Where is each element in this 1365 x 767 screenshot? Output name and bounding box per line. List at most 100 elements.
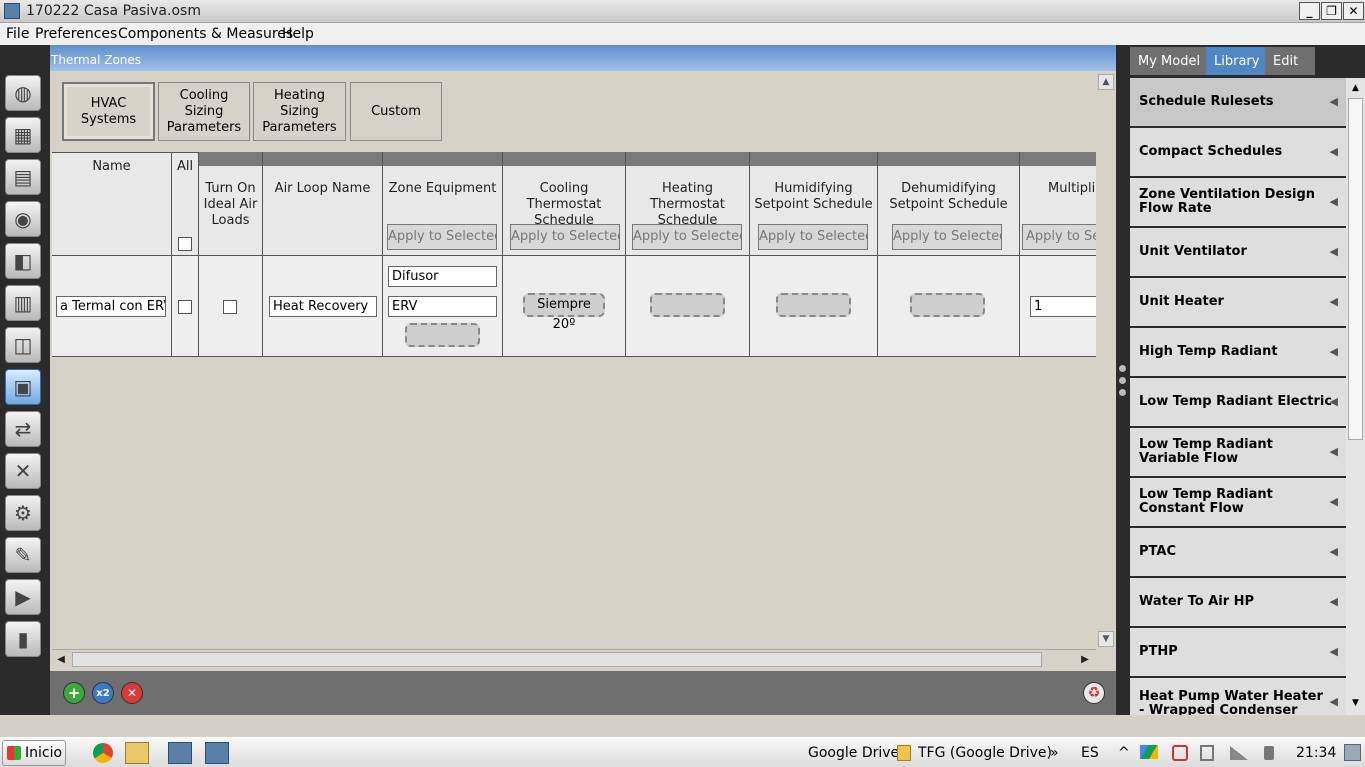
maximize-button[interactable]: ❐ bbox=[1321, 2, 1342, 20]
equipment-erv[interactable]: ERV bbox=[388, 296, 497, 317]
column-name: Name a Termal con ERV bbox=[52, 152, 172, 357]
close-button[interactable]: ✕ bbox=[1343, 2, 1364, 20]
language-indicator[interactable]: ES bbox=[1081, 745, 1099, 761]
thermal-zones-icon[interactable]: ▣ bbox=[5, 369, 41, 405]
library-item[interactable]: Schedule Rulesets ◀ bbox=[1130, 78, 1346, 126]
zone-name-field[interactable]: a Termal con ERV bbox=[56, 296, 166, 317]
tab-hvac-systems[interactable]: HVAC Systems bbox=[62, 82, 155, 141]
add-icon[interactable]: + bbox=[63, 682, 85, 704]
library-item[interactable]: PTHP ◀ bbox=[1130, 628, 1346, 676]
tab-heating-sizing[interactable]: Heating Sizing Parameters bbox=[253, 82, 346, 141]
humidifying-schedule-drop-zone[interactable] bbox=[776, 293, 851, 317]
scripts-icon[interactable]: ✎ bbox=[5, 537, 41, 573]
library-item[interactable]: Water To Air HP ◀ bbox=[1130, 578, 1346, 626]
library-item[interactable]: Low Temp Radiant Constant Flow ◀ bbox=[1130, 478, 1346, 526]
explorer-icon[interactable] bbox=[125, 742, 149, 764]
library-item[interactable]: Zone Ventilation Design Flow Rate ◀ bbox=[1130, 178, 1346, 226]
scroll-up-arrow[interactable]: ▲ bbox=[1098, 74, 1114, 90]
menu-preferences[interactable]: Preferences bbox=[35, 26, 117, 42]
show-desktop-icon[interactable] bbox=[1344, 744, 1361, 761]
tab-custom[interactable]: Custom bbox=[350, 82, 442, 141]
hvac-icon[interactable]: ⇄ bbox=[5, 411, 41, 447]
scroll-thumb[interactable] bbox=[72, 652, 1042, 667]
apply-to-selected-button[interactable]: Apply to Selected bbox=[510, 224, 620, 250]
grid-vertical-scrollbar[interactable]: ▲ ▼ bbox=[1096, 71, 1116, 651]
library-item[interactable]: Unit Heater ◀ bbox=[1130, 278, 1346, 326]
volume-icon[interactable] bbox=[1264, 746, 1274, 760]
library-item[interactable]: High Temp Radiant ◀ bbox=[1130, 328, 1346, 376]
ideal-air-loads-checkbox[interactable] bbox=[223, 300, 237, 314]
google-drive-tray-icon[interactable] bbox=[1140, 745, 1158, 759]
library-item[interactable]: Low Temp Radiant Variable Flow ◀ bbox=[1130, 428, 1346, 476]
menu-file[interactable]: File bbox=[6, 26, 29, 42]
windows-logo-icon bbox=[7, 746, 21, 760]
apply-to-selected-button[interactable]: Apply to Sele bbox=[1022, 224, 1096, 250]
network-warning-icon[interactable] bbox=[1172, 745, 1188, 761]
minimize-button[interactable]: _ bbox=[1299, 2, 1320, 20]
remove-icon[interactable]: ✕ bbox=[121, 682, 143, 704]
column-dehumidifying-setpoint: Dehumidifying Setpoint Schedule Apply to… bbox=[878, 152, 1020, 357]
start-button[interactable]: Inicio bbox=[2, 740, 66, 766]
column-header-dehumidifying-setpoint: Dehumidifying Setpoint Schedule bbox=[889, 181, 1008, 212]
air-loop-field[interactable]: Heat Recovery bbox=[269, 296, 377, 317]
results-icon[interactable]: ▮ bbox=[5, 621, 41, 657]
space-types-icon[interactable]: ◧ bbox=[5, 243, 41, 279]
geometry-icon[interactable]: ◫ bbox=[5, 327, 41, 363]
purge-icon[interactable]: ♻ bbox=[1083, 682, 1105, 704]
apply-to-selected-button[interactable]: Apply to Selected bbox=[387, 224, 497, 250]
select-all-checkbox[interactable] bbox=[178, 237, 192, 251]
signal-icon[interactable] bbox=[1230, 746, 1248, 760]
globe-icon[interactable]: ◍ bbox=[5, 75, 41, 111]
heating-schedule-drop-zone[interactable] bbox=[650, 293, 725, 317]
menu-components-measures[interactable]: Components & Measures bbox=[118, 26, 293, 42]
cooling-schedule-chip[interactable]: Siempre 20º bbox=[523, 293, 605, 332]
scroll-up-arrow[interactable]: ▲ bbox=[1347, 80, 1364, 96]
run-icon[interactable]: ▶ bbox=[5, 579, 41, 615]
menu-help[interactable]: Help bbox=[282, 26, 314, 42]
apply-to-selected-button[interactable]: Apply to Selected bbox=[632, 224, 742, 250]
scroll-down-arrow[interactable]: ▼ bbox=[1098, 631, 1114, 647]
multiplier-field[interactable]: 1 bbox=[1030, 296, 1096, 317]
tab-cooling-sizing[interactable]: Cooling Sizing Parameters bbox=[158, 82, 250, 141]
toolbar-chevron[interactable]: » bbox=[1050, 745, 1059, 761]
scroll-down-arrow[interactable]: ▼ bbox=[1347, 695, 1364, 711]
library-item[interactable]: Low Temp Radiant Electric ◀ bbox=[1130, 378, 1346, 426]
library-item[interactable]: Compact Schedules ◀ bbox=[1130, 128, 1346, 176]
grid-horizontal-scrollbar[interactable]: ◀ ▶ bbox=[52, 649, 1096, 669]
loads-icon[interactable]: ◉ bbox=[5, 201, 41, 237]
tab-edit[interactable]: Edit bbox=[1265, 47, 1315, 75]
device-icon[interactable] bbox=[1200, 745, 1214, 761]
constructions-icon[interactable]: ▤ bbox=[5, 159, 41, 195]
variables-icon[interactable]: ✕ bbox=[5, 453, 41, 489]
library-scrollbar[interactable]: ▲ ▼ bbox=[1346, 78, 1365, 715]
equipment-drop-zone[interactable] bbox=[405, 323, 480, 347]
scroll-left-arrow[interactable]: ◀ bbox=[54, 652, 68, 667]
clock[interactable]: 21:34 bbox=[1296, 745, 1336, 761]
apply-to-selected-button[interactable]: Apply to Selected bbox=[758, 224, 868, 250]
tfg-google-drive-toolbar[interactable]: TFG (Google Drive) bbox=[918, 745, 1052, 761]
panel-splitter[interactable] bbox=[1116, 45, 1130, 715]
taskbar: Inicio Google Drive TFG (Google Drive) »… bbox=[0, 737, 1365, 767]
equipment-difusor[interactable]: Difusor bbox=[388, 266, 497, 287]
scroll-thumb[interactable] bbox=[1348, 98, 1363, 440]
library-item[interactable]: Heat Pump Water Heater - Wrapped Condens… bbox=[1130, 678, 1346, 715]
settings-icon[interactable]: ⚙ bbox=[5, 495, 41, 531]
calendar-icon[interactable]: ▦ bbox=[5, 117, 41, 153]
library-item[interactable]: Unit Ventilator ◀ bbox=[1130, 228, 1346, 276]
dehumidifying-schedule-drop-zone[interactable] bbox=[910, 293, 985, 317]
scroll-right-arrow[interactable]: ▶ bbox=[1078, 652, 1092, 667]
tab-my-model[interactable]: My Model bbox=[1130, 47, 1206, 75]
openstudio-window-icon[interactable] bbox=[205, 742, 229, 764]
column-header-zone-equipment: Zone Equipment bbox=[388, 181, 497, 196]
chrome-icon[interactable] bbox=[93, 743, 113, 763]
row-select-checkbox[interactable] bbox=[178, 300, 192, 314]
google-drive-toolbar[interactable]: Google Drive bbox=[808, 745, 899, 761]
openstudio-icon[interactable] bbox=[168, 742, 192, 764]
apply-to-selected-button[interactable]: Apply to Selected bbox=[892, 224, 1002, 250]
bottom-toolbar: + x2 ✕ ♻ bbox=[50, 671, 1116, 715]
tab-library[interactable]: Library bbox=[1206, 47, 1265, 75]
copy-icon[interactable]: x2 bbox=[92, 682, 114, 704]
building-icon[interactable]: ▥ bbox=[5, 285, 41, 321]
tray-expand-icon[interactable]: ^ bbox=[1118, 745, 1130, 761]
library-item[interactable]: PTAC ◀ bbox=[1130, 528, 1346, 576]
